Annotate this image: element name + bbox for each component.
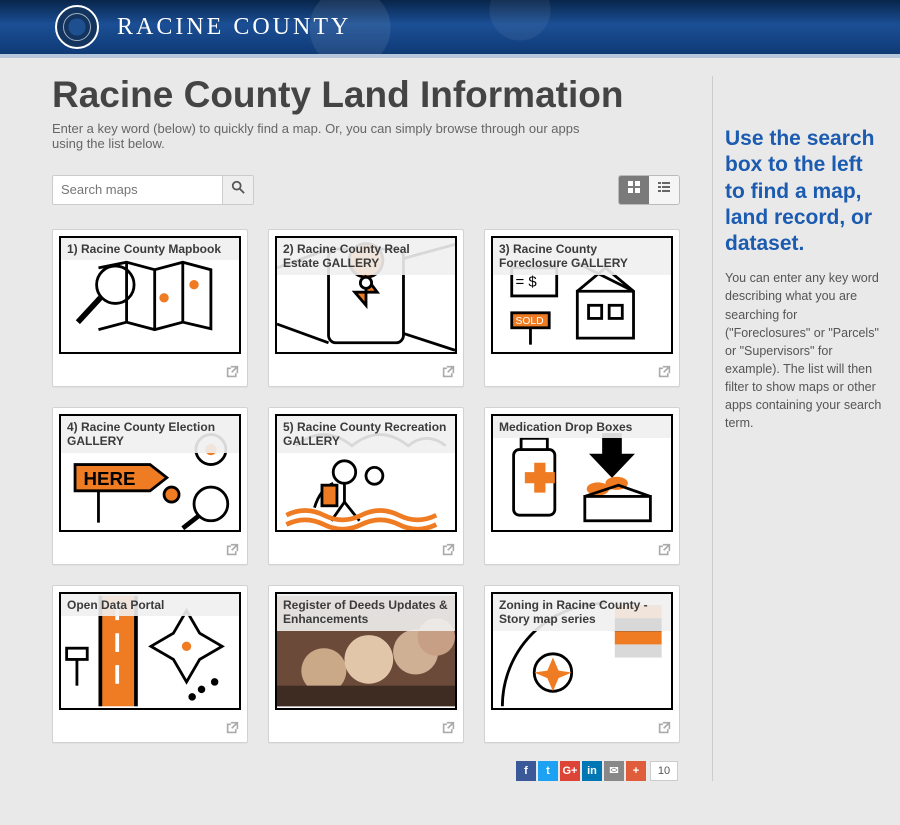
app-grid: 1) Racine County Mapbook 2) Racine County… bbox=[52, 229, 680, 743]
external-link-icon[interactable] bbox=[226, 543, 239, 559]
sidebar-heading: Use the search box to the left to find a… bbox=[725, 126, 884, 257]
external-link-icon[interactable] bbox=[658, 543, 671, 559]
page-subtitle: Enter a key word (below) to quickly find… bbox=[52, 121, 612, 151]
external-link-icon[interactable] bbox=[442, 543, 455, 559]
search-input[interactable] bbox=[52, 175, 222, 205]
app-card[interactable]: 2) Racine County Real Estate GALLERY bbox=[268, 229, 464, 387]
share-linkedin-button[interactable]: in bbox=[582, 761, 602, 781]
app-card[interactable]: 5) Racine County Recreation GALLERY bbox=[268, 407, 464, 565]
external-link-icon[interactable] bbox=[442, 721, 455, 737]
site-title: RACINE COUNTY bbox=[117, 14, 351, 41]
app-card-title: 5) Racine County Recreation GALLERY bbox=[277, 416, 455, 453]
share-more-button[interactable]: + bbox=[626, 761, 646, 781]
search-button[interactable] bbox=[222, 175, 254, 205]
app-card-title: Zoning in Racine County - Story map seri… bbox=[493, 594, 671, 631]
svg-text:SOLD: SOLD bbox=[515, 316, 543, 327]
share-twitter-button[interactable]: t bbox=[538, 761, 558, 781]
app-card[interactable]: 1) Racine County Mapbook bbox=[52, 229, 248, 387]
county-seal-icon bbox=[55, 5, 99, 49]
grid-view-button[interactable] bbox=[619, 176, 649, 204]
page-title: Racine County Land Information bbox=[52, 76, 680, 115]
controls-row bbox=[52, 175, 680, 205]
app-card-title: 2) Racine County Real Estate GALLERY bbox=[277, 238, 455, 275]
share-email-button[interactable]: ✉ bbox=[604, 761, 624, 781]
share-count: 10 bbox=[650, 761, 678, 781]
view-toggle bbox=[618, 175, 680, 205]
list-icon bbox=[657, 180, 671, 199]
share-google-plus-button[interactable]: G+ bbox=[560, 761, 580, 781]
site-header: RACINE COUNTY bbox=[0, 0, 900, 58]
grid-icon bbox=[627, 180, 641, 199]
svg-text:HERE: HERE bbox=[83, 468, 135, 489]
app-card[interactable]: Medication Drop Boxes bbox=[484, 407, 680, 565]
app-card[interactable]: Zoning in Racine County - Story map seri… bbox=[484, 585, 680, 743]
share-row: ftG+in✉+ 10 bbox=[52, 761, 680, 781]
share-facebook-button[interactable]: f bbox=[516, 761, 536, 781]
app-card-title: 4) Racine County Election GALLERY bbox=[61, 416, 239, 453]
external-link-icon[interactable] bbox=[226, 721, 239, 737]
app-card-title: Open Data Portal bbox=[61, 594, 239, 616]
app-card-title: Medication Drop Boxes bbox=[493, 416, 671, 438]
app-card-title: Register of Deeds Updates & Enhancements bbox=[277, 594, 455, 631]
app-card[interactable]: Register of Deeds Updates & Enhancements bbox=[268, 585, 464, 743]
app-card[interactable]: HERE 4) Racine County Election GALLERY bbox=[52, 407, 248, 565]
external-link-icon[interactable] bbox=[442, 365, 455, 381]
sidebar-body: You can enter any key word describing wh… bbox=[725, 269, 884, 432]
app-card[interactable]: Open Data Portal bbox=[52, 585, 248, 743]
list-view-button[interactable] bbox=[649, 176, 679, 204]
external-link-icon[interactable] bbox=[658, 365, 671, 381]
app-card[interactable]: = $ SOLD 3) Racine County Foreclosure GALL… bbox=[484, 229, 680, 387]
svg-text:= $: = $ bbox=[515, 273, 537, 290]
external-link-icon[interactable] bbox=[658, 721, 671, 737]
app-card-title: 1) Racine County Mapbook bbox=[61, 238, 239, 260]
search-icon bbox=[231, 180, 245, 199]
external-link-icon[interactable] bbox=[226, 365, 239, 381]
help-sidebar: Use the search box to the left to find a… bbox=[712, 76, 892, 781]
app-card-title: 3) Racine County Foreclosure GALLERY bbox=[493, 238, 671, 275]
